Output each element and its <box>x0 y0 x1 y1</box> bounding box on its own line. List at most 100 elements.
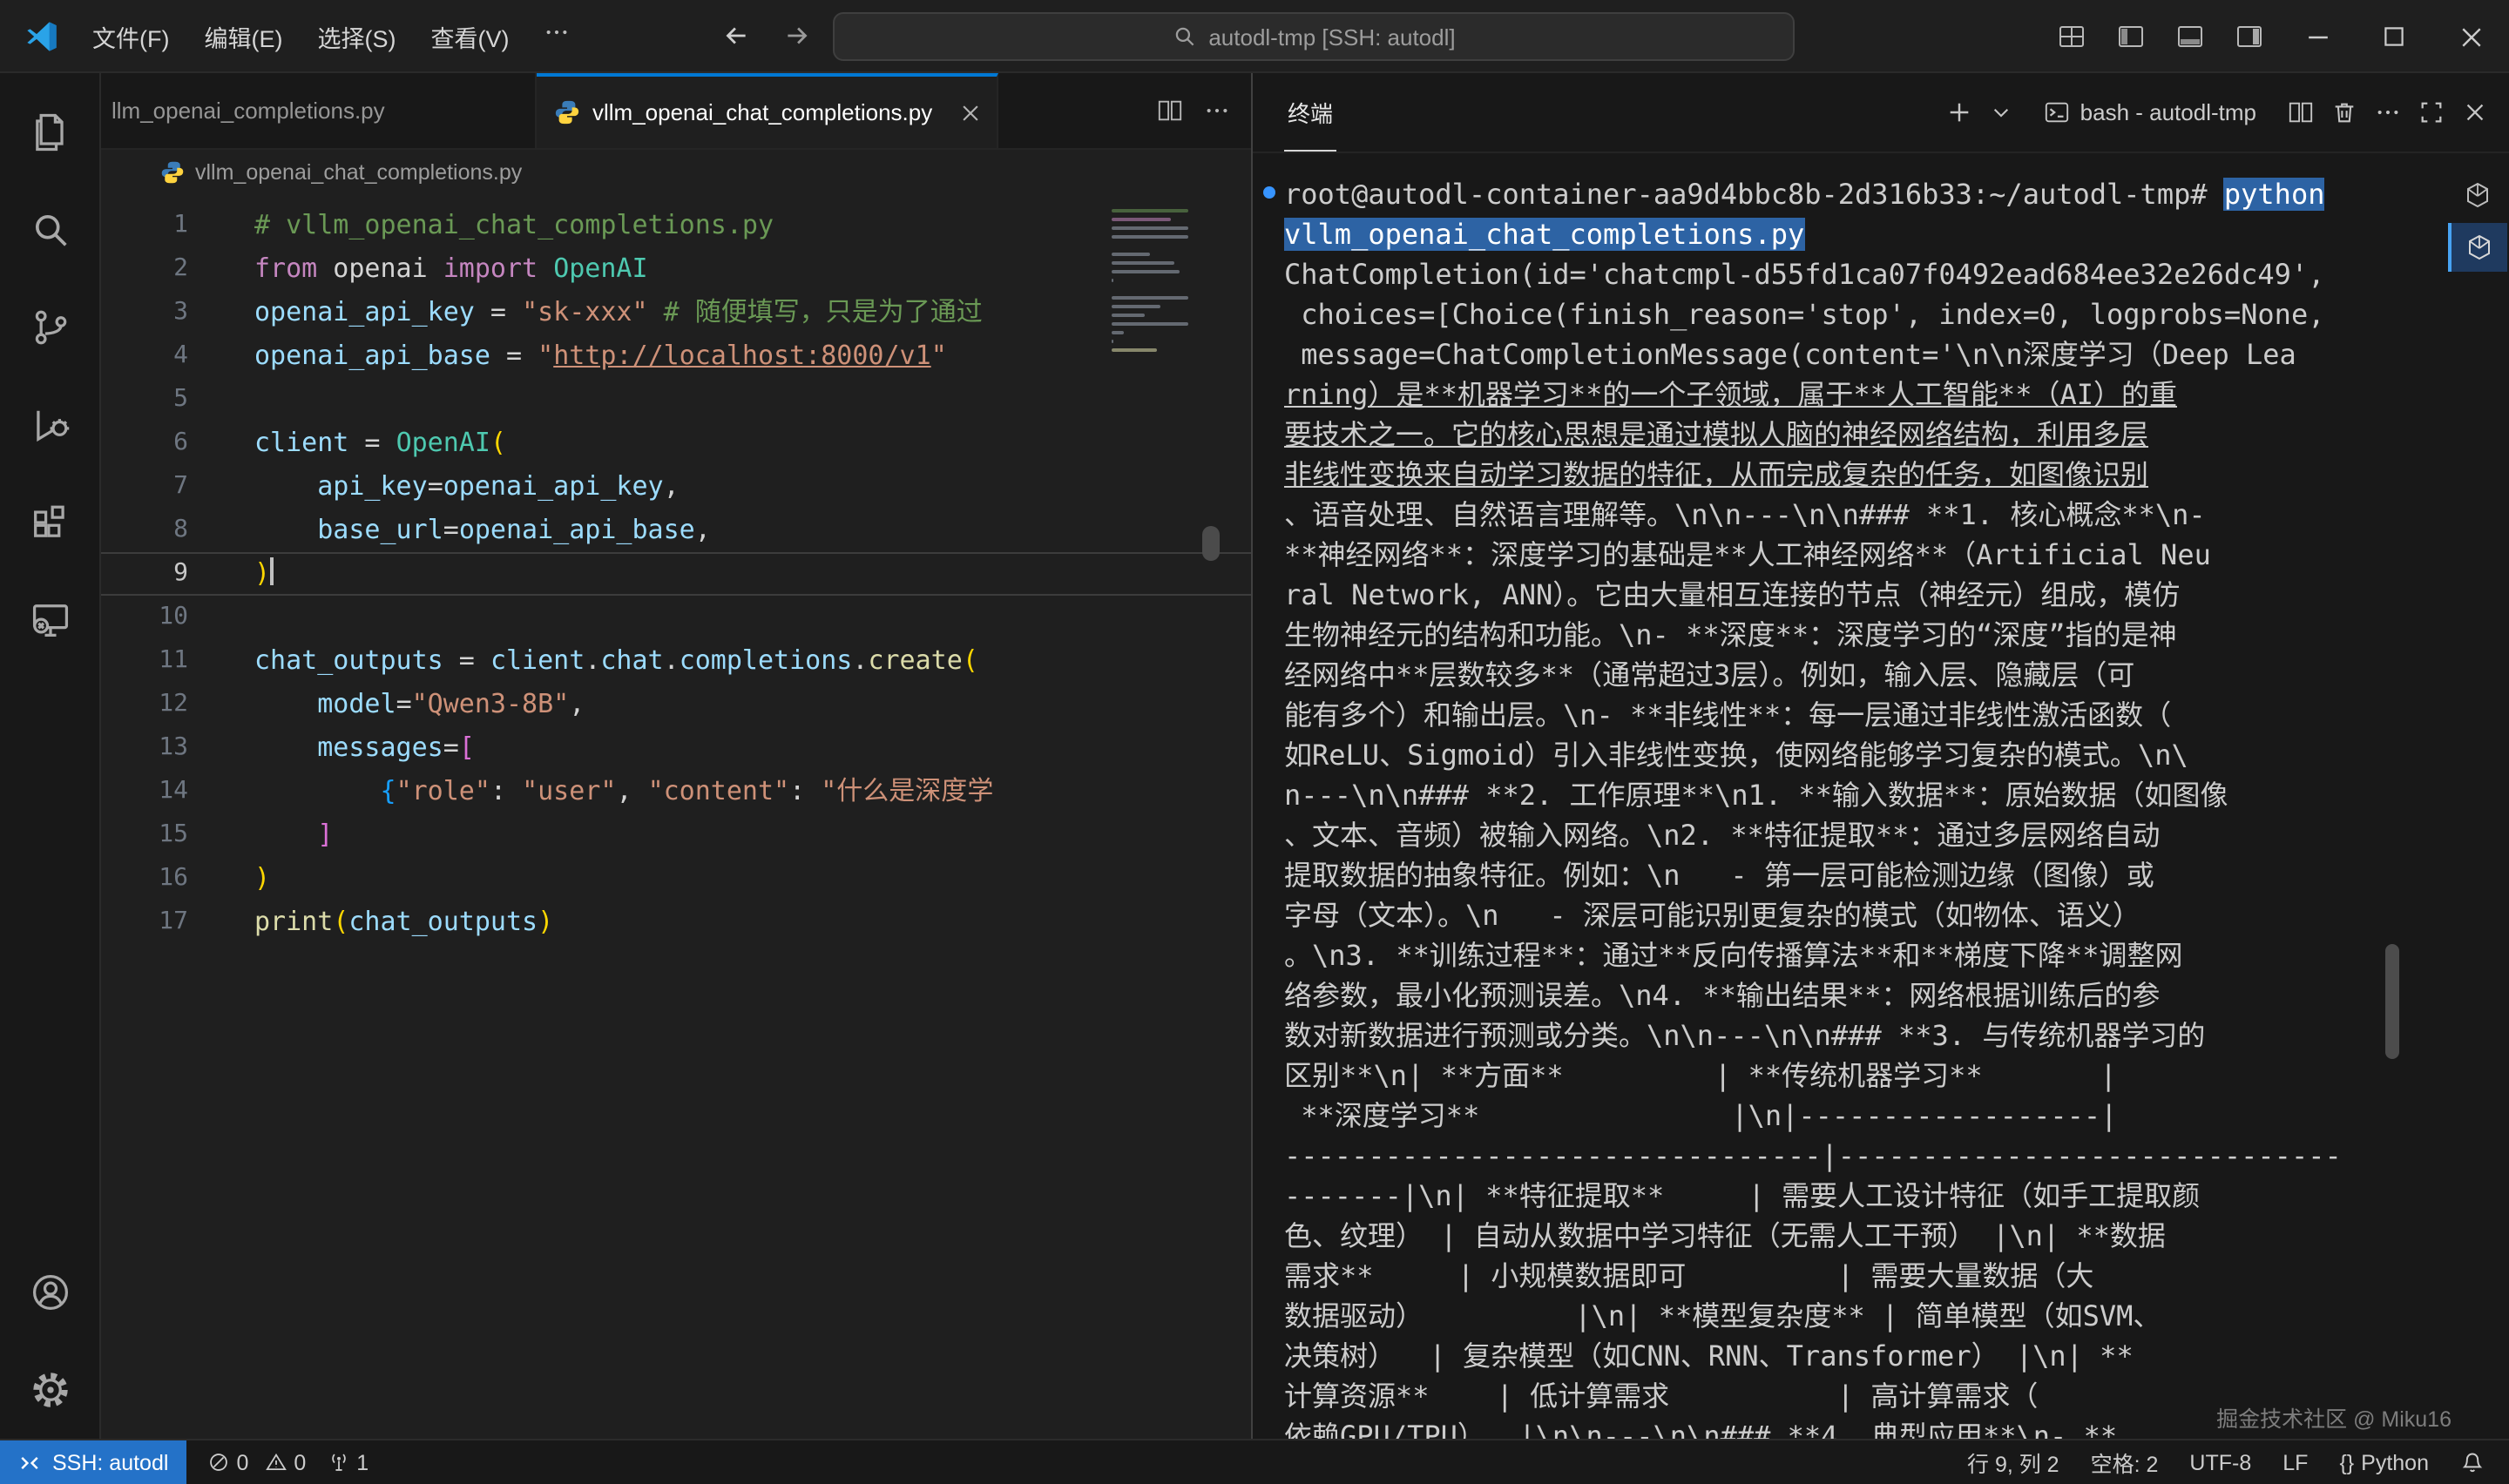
ports-indicator[interactable]: 1 <box>327 1450 369 1474</box>
terminal-line[interactable]: 色、纹理） | 自动从数据中学习特征（无需人工干预） |\n| **数据 <box>1284 1216 2439 1256</box>
menu-view[interactable]: 查看(V) <box>416 10 525 62</box>
terminal-line[interactable]: ral Network, ANN）。它由大量相互连接的节点（神经元）组成，模仿 <box>1284 575 2439 615</box>
new-terminal-icon[interactable] <box>1946 99 1972 125</box>
tab-vllm-openai-chat-completions[interactable]: vllm_openai_chat_completions.py <box>537 73 998 148</box>
terminal-line[interactable]: 区别**\n| **方面** | **传统机器学习** | <box>1284 1056 2439 1096</box>
encoding[interactable]: UTF-8 <box>2189 1450 2251 1474</box>
terminal-line[interactable]: 字母（文本）。\n - 深层可能识别更复杂的模式（如物体、语义） <box>1284 895 2439 935</box>
terminal-scrollbar[interactable] <box>2385 944 2399 1059</box>
toggle-panel-icon[interactable] <box>2161 0 2220 73</box>
code-line[interactable]: 3openai_api_key = "sk-xxx" # 随便填写，只是为了通过 <box>101 291 1251 334</box>
remote-indicator[interactable]: SSH: autodl <box>0 1440 186 1484</box>
split-editor-icon[interactable] <box>1157 98 1183 124</box>
code-line[interactable]: 10 <box>101 596 1251 639</box>
toggle-secondary-sidebar-icon[interactable] <box>2220 0 2279 73</box>
account-icon[interactable] <box>0 1244 100 1341</box>
terminal-line[interactable]: 经网络中**层数较多**（通常超过3层）。例如，输入层、隐藏层（可 <box>1284 655 2439 695</box>
terminal-line[interactable]: 数对新数据进行预测或分类。\n\n---\n\n### **3. 与传统机器学习… <box>1284 1015 2439 1056</box>
more-actions-icon[interactable] <box>2375 99 2401 125</box>
maximize-button[interactable] <box>2356 0 2432 73</box>
code-line[interactable]: 2from openai import OpenAI <box>101 247 1251 291</box>
code-line[interactable]: 15 ] <box>101 813 1251 857</box>
code-line[interactable]: 12 model="Qwen3-8B", <box>101 683 1251 726</box>
explorer-icon[interactable] <box>0 84 100 181</box>
terminal-line[interactable]: 、语音处理、自然语言理解等。\n\n---\n\n### **1. 核心概念**… <box>1284 495 2439 535</box>
maximize-panel-icon[interactable] <box>2418 99 2445 125</box>
code-line[interactable]: 11chat_outputs = client.chat.completions… <box>101 639 1251 683</box>
close-panel-icon[interactable] <box>2462 99 2488 125</box>
code-line[interactable]: 6client = OpenAI( <box>101 422 1251 465</box>
terminal-instance-cube-icon[interactable] <box>2448 171 2507 219</box>
close-button[interactable] <box>2432 0 2509 73</box>
remote-explorer-icon[interactable] <box>0 571 100 669</box>
menu-selection[interactable]: 选择(S) <box>302 10 412 62</box>
minimize-button[interactable] <box>2279 0 2356 73</box>
menu-edit[interactable]: 编辑(E) <box>189 10 299 62</box>
terminal-line[interactable]: 决策树） | 复杂模型（如CNN、RNN、Transformer） |\n| *… <box>1284 1336 2439 1376</box>
code-line[interactable]: 7 api_key=openai_api_key, <box>101 465 1251 509</box>
code-line[interactable]: 1# vllm_openai_chat_completions.py <box>101 204 1251 247</box>
terminal-line[interactable]: 如ReLU、Sigmoid）引入非线性变换，使网络能够学习复杂的模式。\n\ <box>1284 735 2439 775</box>
customize-layout-icon[interactable] <box>2042 0 2101 73</box>
terminal-line[interactable]: 。\n3. **训练过程**：通过**反向传播算法**和**梯度下降**调整网 <box>1284 935 2439 975</box>
notifications-bell-icon[interactable] <box>2460 1450 2485 1474</box>
back-button[interactable] <box>721 21 751 51</box>
chevron-down-icon[interactable] <box>1990 101 2012 124</box>
source-control-icon[interactable] <box>0 279 100 376</box>
code-line[interactable]: 4openai_api_base = "http://localhost:800… <box>101 334 1251 378</box>
terminal-session[interactable]: bash - autodl-tmp <box>2044 99 2256 125</box>
code-line[interactable]: 13 messages=[ <box>101 726 1251 770</box>
command-center[interactable]: autodl-tmp [SSH: autodl] <box>833 12 1795 61</box>
menu-overflow-icon[interactable] <box>529 10 586 62</box>
terminal-line[interactable]: 能有多个）和输出层。\n- **非线性**：每一层通过非线性激活函数（ <box>1284 695 2439 735</box>
extensions-icon[interactable] <box>0 474 100 571</box>
more-actions-icon[interactable] <box>1204 98 1230 124</box>
settings-gear-icon[interactable] <box>0 1341 100 1439</box>
split-terminal-icon[interactable] <box>2288 99 2314 125</box>
cursor-position[interactable]: 行 9, 列 2 <box>1967 1446 2059 1479</box>
terminal-line[interactable]: 需求** | 小规模数据即可 | 需要大量数据（大 <box>1284 1256 2439 1296</box>
search-sidebar-icon[interactable] <box>0 181 100 279</box>
language-mode[interactable]: {} Python <box>2339 1450 2429 1474</box>
code-line[interactable]: 5 <box>101 378 1251 422</box>
code-line[interactable]: 14 {"role": "user", "content": "什么是深度学 <box>101 770 1251 813</box>
terminal-line[interactable]: 络参数，最小化预测误差。\n4. **输出结果**：网络根据训练后的参 <box>1284 975 2439 1015</box>
code-line[interactable]: 16) <box>101 857 1251 901</box>
code-line[interactable]: 9) <box>101 552 1251 596</box>
code-line[interactable]: 17print(chat_outputs) <box>101 901 1251 944</box>
terminal-line[interactable]: 数据驱动） |\n| **模型复杂度** | 简单模型（如SVM、 <box>1284 1296 2439 1336</box>
terminal-line[interactable]: root@autodl-container-aa9d4bbc8b-2d316b3… <box>1284 174 2439 214</box>
terminal-line[interactable]: 生物神经元的结构和功能。\n- **深度**：深度学习的“深度”指的是神 <box>1284 615 2439 655</box>
toggle-sidebar-icon[interactable] <box>2101 0 2161 73</box>
editor-scrollbar[interactable] <box>1202 526 1220 561</box>
terminal-line[interactable]: ChatCompletion(id='chatcmpl-d55fd1ca07f0… <box>1284 254 2439 294</box>
terminal-line[interactable]: --------------------------------|-------… <box>1284 1136 2439 1176</box>
breadcrumb[interactable]: vllm_openai_chat_completions.py <box>101 150 1251 195</box>
kill-terminal-icon[interactable] <box>2331 99 2357 125</box>
terminal-line[interactable]: vllm_openai_chat_completions.py <box>1284 214 2439 254</box>
tab-terminal[interactable]: 终端 <box>1284 73 1336 152</box>
terminal-line[interactable]: -------|\n| **特征提取** | 需要人工设计特征（如手工提取颜 <box>1284 1176 2439 1216</box>
terminal-line[interactable]: message=ChatCompletionMessage(content='\… <box>1284 334 2439 374</box>
terminal-line[interactable]: 提取数据的抽象特征。例如：\n - 第一层可能检测边缘（图像）或 <box>1284 855 2439 895</box>
indentation[interactable]: 空格: 2 <box>2091 1446 2159 1479</box>
close-tab-icon[interactable] <box>958 100 983 125</box>
code-editor[interactable]: 1# vllm_openai_chat_completions.py2from … <box>101 195 1251 1439</box>
terminal-instance-cube-icon[interactable] <box>2448 223 2507 272</box>
eol-sequence[interactable]: LF <box>2282 1450 2308 1474</box>
problems-indicator[interactable]: 0 0 <box>206 1450 306 1474</box>
terminal-line[interactable]: rning）是**机器学习**的一个子领域，属于**人工智能**（AI）的重 <box>1284 374 2439 415</box>
terminal-line[interactable]: **深度学习** |\n|------------------| <box>1284 1096 2439 1136</box>
terminal-line[interactable]: choices=[Choice(finish_reason='stop', in… <box>1284 294 2439 334</box>
code-line[interactable]: 8 base_url=openai_api_base, <box>101 509 1251 552</box>
terminal-line[interactable]: **神经网络**：深度学习的基础是**人工神经网络**（Artificial N… <box>1284 535 2439 575</box>
terminal-line[interactable]: 、文本、音频）被输入网络。\n2. **特征提取**：通过多层网络自动 <box>1284 815 2439 855</box>
terminal-line[interactable]: n---\n\n### **2. 工作原理**\n1. **输入数据**：原始数… <box>1284 775 2439 815</box>
minimap[interactable] <box>1112 209 1192 356</box>
run-debug-icon[interactable] <box>0 376 100 474</box>
terminal-viewport[interactable]: root@autodl-container-aa9d4bbc8b-2d316b3… <box>1253 153 2446 1439</box>
tab-llm-openai-completions[interactable]: llm_openai_completions.py <box>101 73 537 148</box>
menu-file[interactable]: 文件(F) <box>77 10 186 62</box>
forward-button[interactable] <box>782 21 812 51</box>
terminal-line[interactable]: 非线性变换来自动学习数据的特征，从而完成复杂的任务，如图像识别 <box>1284 455 2439 495</box>
